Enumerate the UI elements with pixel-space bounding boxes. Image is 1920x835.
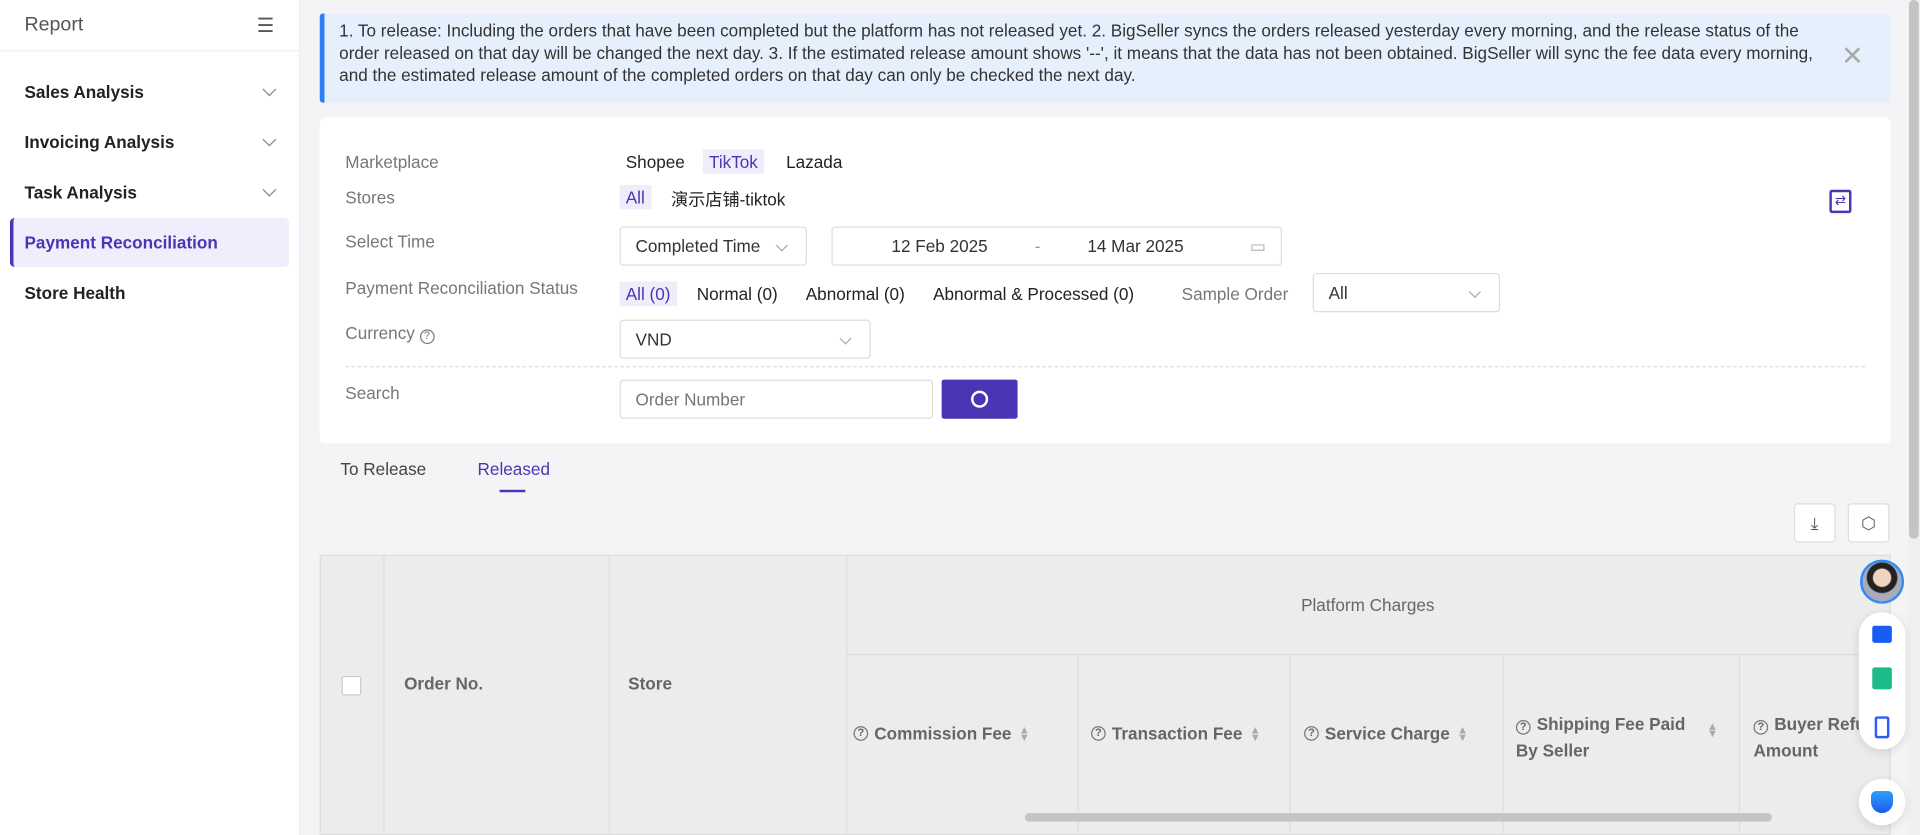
search-icon [971,390,989,408]
col-label: Commission Fee [874,723,1012,744]
sample-order-label: Sample Order [1181,284,1289,304]
select-all-checkbox[interactable] [341,675,362,696]
download-icon: ⤓ [1810,512,1819,533]
divider [345,366,1865,368]
sidebar-title: Report [24,14,84,35]
marketplace-shopee[interactable]: Shopee [620,149,691,173]
status-all[interactable]: All (0) [619,281,677,307]
currency-label-text: Currency [345,323,415,343]
settings-button[interactable]: ⬡ [1847,503,1890,543]
chevron-down-icon [1468,285,1481,299]
notice-text: 1. To release: Including the orders that… [339,20,1813,85]
horizontal-scrollbar[interactable] [1024,813,1772,822]
sidebar-item-label: Sales Analysis [24,82,144,102]
status-normal[interactable]: Normal (0) [691,282,784,306]
sidebar-item-label: Store Health [24,282,126,303]
sort-icon: ▲ ▼ [1018,723,1030,744]
gear-icon: ⬡ [1861,512,1877,533]
smile-icon [1871,791,1894,814]
col-shipping-fee[interactable]: ? Shipping Fee Paid By Seller ▲ ▼ [1515,710,1730,764]
marketplace-label: Marketplace [345,151,439,172]
order-number-input[interactable] [619,379,934,419]
help-icon: ? [1091,726,1106,741]
close-icon[interactable]: ✕ [1841,42,1864,69]
col-commission-fee[interactable]: ? Commission Fee ▲ ▼ [853,723,1030,744]
help-icon: ? [1753,720,1769,735]
col-label: Service Charge [1324,723,1450,744]
sidebar-item-sales-analysis[interactable]: Sales Analysis [10,67,289,116]
select-value: Completed Time [635,236,761,256]
chevron-down-icon [262,132,277,147]
sidebar-item-label: Task Analysis [24,182,137,203]
store-option[interactable]: 演示店铺-tiktok [665,185,792,214]
help-icon[interactable]: ? [419,329,435,345]
orders-table: Order No. Store Platform Charges ? Commis… [319,554,1891,835]
status-label: Payment Reconciliation Status [345,277,578,298]
marketplace-tiktok[interactable]: TikTok [702,149,765,174]
support-avatar[interactable] [1860,559,1905,604]
col-order-no: Order No. [404,673,484,694]
stores-label: Stores [345,187,395,207]
vertical-scrollbar[interactable] [1907,0,1920,835]
col-service-charge[interactable]: ? Service Charge ▲ ▼ [1304,723,1469,744]
sidebar-item-store-health[interactable]: Store Health [10,268,289,317]
sidebar-item-invoicing-analysis[interactable]: Invoicing Analysis [10,118,289,167]
store-all[interactable]: All [619,184,651,210]
sidebar-item-task-analysis[interactable]: Task Analysis [10,168,289,217]
guide-book-icon[interactable] [1872,667,1892,690]
help-icon: ? [1304,726,1319,741]
tab-to-release[interactable]: To Release [340,459,426,479]
col-group-platform-charges: Platform Charges [1301,595,1435,615]
mobile-app-icon[interactable] [1874,716,1890,739]
calendar-icon: ▭ [1249,235,1267,256]
date-range-picker[interactable]: 12 Feb 2025 - 14 Mar 2025 ▭ [831,226,1283,266]
date-to: 14 Mar 2025 [1087,236,1184,256]
col-label: Shipping Fee Paid By Seller [1515,713,1686,761]
sort-icon: ▲ ▼ [1706,720,1718,740]
sidebar: Report ☰ Sales Analysis Invoicing Analysi… [0,0,301,835]
col-transaction-fee[interactable]: ? Transaction Fee ▲ ▼ [1091,723,1261,744]
sample-order-select[interactable]: All [1312,273,1501,313]
select-value: All [1328,282,1348,303]
select-time-label: Select Time [345,231,435,252]
chevron-down-icon [839,332,852,345]
quick-tools [1858,612,1906,750]
marketplace-lazada[interactable]: Lazada [780,149,848,173]
sidebar-item-label: Payment Reconciliation [24,232,218,253]
search-button[interactable] [941,379,1018,419]
help-icon: ? [1515,720,1531,735]
currency-select[interactable]: VND [619,319,871,359]
sort-icon: ▲ ▼ [1457,723,1469,744]
time-type-select[interactable]: Completed Time [619,226,807,266]
sidebar-item-label: Invoicing Analysis [24,132,175,152]
col-store: Store [628,673,673,694]
col-label: Transaction Fee [1111,723,1243,744]
feedback-icon[interactable] [1872,625,1892,643]
currency-label: Currency ? [345,323,440,345]
toggle-filter-icon[interactable]: ⇄ [1829,189,1852,214]
chevron-down-icon [262,82,277,97]
sidebar-item-payment-reconciliation[interactable]: Payment Reconciliation [9,217,289,267]
filter-panel: Marketplace Shopee TikTok Lazada Stores … [319,117,1891,444]
status-abnormal[interactable]: Abnormal (0) [800,282,911,306]
help-icon: ? [853,726,869,741]
chevron-down-icon [262,182,277,197]
status-abnormal-processed[interactable]: Abnormal & Processed (0) [927,282,1140,306]
select-value: VND [635,329,672,349]
download-button[interactable]: ⤓ [1793,503,1836,543]
date-from: 12 Feb 2025 [891,236,988,256]
tab-released[interactable]: Released [478,459,550,493]
collapse-menu-icon[interactable]: ☰ [257,13,275,37]
date-separator: - [1034,236,1041,256]
info-notice: 1. To release: Including the orders that… [319,13,1891,103]
chat-bot-button[interactable] [1858,778,1906,826]
sort-icon: ▲ ▼ [1249,723,1261,744]
search-label: Search [345,383,400,403]
chevron-down-icon [775,239,788,252]
